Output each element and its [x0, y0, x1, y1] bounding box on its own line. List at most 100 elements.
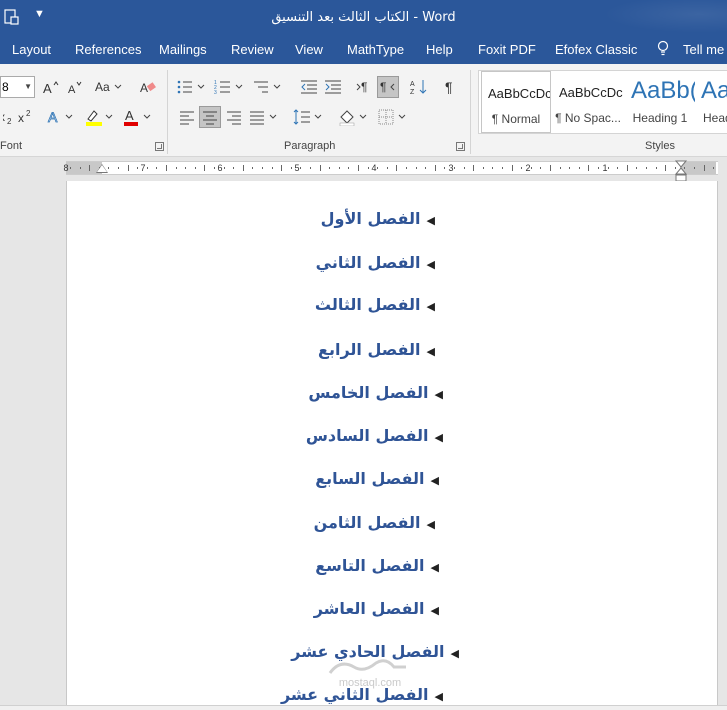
- style-heading-1[interactable]: AaBb( Heading 1: [625, 71, 695, 133]
- ruler-tick: [636, 167, 638, 169]
- font-dialog-launcher[interactable]: [155, 142, 164, 151]
- numbering-button[interactable]: 123: [214, 76, 246, 98]
- paragraph-dialog-launcher[interactable]: [456, 142, 465, 151]
- ruler-tick: [425, 167, 427, 169]
- svg-text:x: x: [3, 110, 5, 124]
- ruler-tick: [626, 165, 628, 171]
- bullets-button[interactable]: [176, 76, 208, 98]
- shading-button[interactable]: [338, 106, 370, 128]
- status-bar-edge: [0, 705, 727, 710]
- document-page[interactable]: ◀ الفصل الأول ◀ الفصل الثاني ◀ الفصل الثالث ◀ ا…: [66, 181, 718, 710]
- sort-button[interactable]: AZ: [408, 76, 430, 98]
- tab-efofex-classic[interactable]: Efofex Classic: [555, 42, 637, 57]
- ruler-tick: [713, 167, 715, 169]
- borders-button[interactable]: [377, 106, 409, 128]
- font-size-box[interactable]: 8 ▼: [0, 76, 35, 98]
- style-no-spacing[interactable]: AaBbCcDc ¶ No Spac...: [553, 71, 623, 133]
- svg-text:¶: ¶: [445, 79, 453, 95]
- chapter-heading: ◀ الفصل الخامس: [308, 383, 443, 402]
- ruler-tick: [473, 165, 475, 171]
- ruler-tick: [607, 167, 609, 169]
- shrink-font-button[interactable]: A: [64, 76, 86, 98]
- line-spacing-button[interactable]: [292, 106, 324, 128]
- tab-help[interactable]: Help: [426, 42, 453, 57]
- chevron-down-icon[interactable]: ▼: [24, 82, 32, 91]
- ruler-number: 5: [294, 163, 300, 173]
- arrow-bullet-icon: ◀: [434, 431, 443, 444]
- superscript-button[interactable]: x2: [14, 106, 36, 128]
- chapter-heading: ◀ الفصل الثالث: [315, 295, 435, 314]
- style-name: ¶ Normal: [491, 112, 541, 126]
- ruler-tick: [530, 167, 532, 169]
- ruler-tick: [137, 167, 139, 169]
- arrow-bullet-icon: ◀: [426, 518, 435, 531]
- style-sample: AaBbCcDc: [488, 86, 551, 101]
- text-effects-button[interactable]: A: [46, 106, 76, 128]
- right-to-left-button[interactable]: ¶: [377, 76, 399, 98]
- tab-references[interactable]: References: [75, 42, 141, 57]
- decrease-indent-button[interactable]: [298, 76, 320, 98]
- ruler-number: 2: [525, 163, 531, 173]
- align-left-button[interactable]: [176, 106, 198, 128]
- change-case-button[interactable]: Aa: [94, 76, 124, 98]
- ruler-tick: [598, 167, 599, 169]
- ruler-tick: [386, 167, 388, 169]
- chapter-title: الفصل التاسع: [315, 556, 425, 575]
- ruler-tick: [502, 167, 503, 169]
- clear-formatting-button[interactable]: A: [137, 76, 159, 98]
- right-indent-marker[interactable]: [675, 160, 687, 182]
- tell-me-search[interactable]: Tell me w: [683, 42, 727, 57]
- ruler-tick: [434, 165, 436, 171]
- ruler-tick: [511, 165, 513, 171]
- shrink-font-icon: A: [68, 81, 82, 95]
- divider: [470, 70, 471, 154]
- ruler-tick: [319, 165, 321, 171]
- highlight-color-button[interactable]: [84, 106, 116, 128]
- mostaql-watermark: mostaql.com: [320, 655, 420, 700]
- style-name: Head: [703, 111, 727, 125]
- align-center-button[interactable]: [199, 106, 221, 128]
- svg-text:2: 2: [26, 109, 31, 118]
- tab-view[interactable]: View: [295, 42, 323, 57]
- ruler-tick: [290, 167, 292, 169]
- multilevel-list-button[interactable]: [252, 76, 284, 98]
- svg-text:Aa: Aa: [95, 80, 110, 94]
- tab-foxit-pdf[interactable]: Foxit PDF: [478, 42, 536, 57]
- ruler-track[interactable]: 87654321: [63, 161, 718, 175]
- tab-mailings[interactable]: Mailings: [159, 42, 207, 57]
- align-right-button[interactable]: [223, 106, 245, 128]
- style-heading-2[interactable]: AaB Head: [697, 71, 727, 133]
- svg-text:2: 2: [7, 117, 12, 125]
- svg-text:Z: Z: [410, 89, 415, 96]
- ruler-tick: [79, 167, 81, 169]
- ruler-tick: [252, 167, 254, 169]
- chapter-title: الفصل الثامن: [313, 513, 421, 532]
- tab-mathtype[interactable]: MathType: [347, 42, 404, 57]
- font-color-button[interactable]: A: [122, 106, 154, 128]
- tab-layout[interactable]: Layout: [12, 42, 51, 57]
- ruler-tick: [482, 167, 484, 169]
- justify-button[interactable]: [248, 106, 280, 128]
- ruler-tick: [665, 165, 667, 171]
- font-color-icon: A: [124, 108, 151, 126]
- svg-text:¶: ¶: [380, 80, 386, 94]
- svg-text:A: A: [48, 109, 58, 125]
- arrow-bullet-icon: ◀: [450, 647, 459, 660]
- bullets-icon: [177, 80, 205, 94]
- paint-bucket-icon: [339, 110, 367, 126]
- ruler-tick: [444, 167, 446, 169]
- ruler-number: 7: [140, 163, 146, 173]
- chapter-heading: ◀ الفصل الأول: [321, 209, 435, 228]
- grow-font-button[interactable]: A: [40, 76, 62, 98]
- chapter-title: الفصل الثالث: [314, 295, 421, 314]
- show-formatting-marks-button[interactable]: ¶: [439, 76, 461, 98]
- arrow-bullet-icon: ◀: [430, 561, 439, 574]
- style-normal[interactable]: AaBbCcDc ¶ Normal: [481, 71, 551, 133]
- tab-review[interactable]: Review: [231, 42, 274, 57]
- left-to-right-button[interactable]: ¶: [354, 76, 376, 98]
- title-bar: ▼ الكتاب الثالث بعد التنسيق - Word: [0, 0, 727, 36]
- increase-indent-button[interactable]: [322, 76, 344, 98]
- align-left-icon: [180, 111, 194, 125]
- decrease-indent-icon: [301, 80, 317, 94]
- left-indent-marker-fill: [97, 165, 107, 172]
